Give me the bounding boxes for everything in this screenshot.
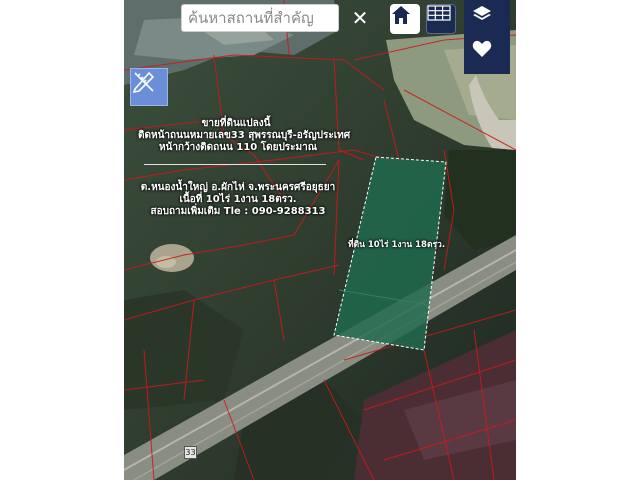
home-icon xyxy=(392,6,410,24)
home-button[interactable] xyxy=(390,4,420,34)
listing-line-1: ติดหน้าถนนหมายเลข33 สุพรรณบุรี-อรัญประเท… xyxy=(138,130,351,141)
layers-icon xyxy=(473,6,491,20)
listing-line-5: สอบถามเพิ่มเติม Tle : 090-9288313 xyxy=(150,206,326,217)
close-icon[interactable]: ✕ xyxy=(348,6,372,30)
grid-button[interactable] xyxy=(426,4,456,34)
layers-button[interactable] xyxy=(472,4,502,34)
satellite-map[interactable]: ✕ xyxy=(124,0,516,480)
side-panel xyxy=(464,0,510,74)
draw-tool-button[interactable] xyxy=(130,68,168,106)
heart-icon xyxy=(472,40,492,57)
listing-line-2: หน้ากว้างติดถนน 110 โดยประมาณ xyxy=(158,142,318,153)
search-box[interactable] xyxy=(181,4,339,32)
pencil-ruler-icon xyxy=(132,71,155,94)
listing-heading: ขายที่ดินแปลงนี้ xyxy=(201,118,271,129)
search-input[interactable] xyxy=(182,5,338,31)
grid-icon xyxy=(427,5,451,21)
map-imagery xyxy=(124,0,516,480)
road-number-badge: 33 xyxy=(184,446,197,459)
listing-line-3: ต.หนองน้ำใหญ่ อ.ผักไห่ จ.พระนครศรีอยุธยา xyxy=(140,182,336,193)
favorite-button[interactable] xyxy=(472,40,502,70)
divider xyxy=(144,164,326,165)
plot-label: ที่ดิน 10ไร่ 1งาน 18ตรว. xyxy=(348,240,446,250)
listing-line-4: เนื้อที่ 10ไร่ 1งาน 18ตรว. xyxy=(179,194,297,205)
